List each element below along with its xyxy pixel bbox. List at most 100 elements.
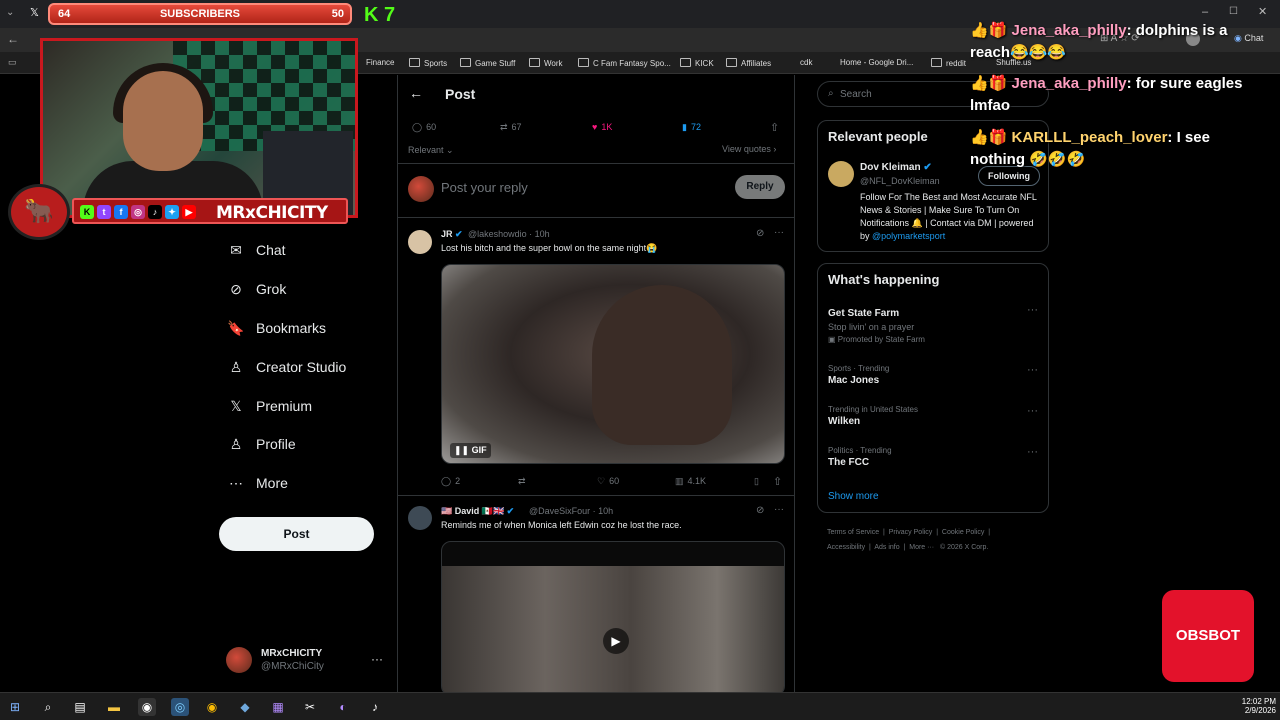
maximize-icon[interactable]: ☐ bbox=[1229, 6, 1238, 17]
nav-chat[interactable]: ✉ Chat bbox=[226, 242, 285, 266]
person-name[interactable]: Dov Kleiman ✔ bbox=[860, 162, 932, 173]
nav-profile[interactable]: ♙ Profile bbox=[226, 436, 296, 460]
view-quotes-link[interactable]: View quotes › bbox=[722, 144, 776, 154]
tab-list-icon[interactable]: ⌄ bbox=[6, 7, 14, 18]
bookmark-count[interactable]: ▮ 72 bbox=[682, 122, 701, 133]
post-button[interactable]: Post bbox=[219, 517, 374, 551]
nav-creator-studio[interactable]: ♙ Creator Studio bbox=[226, 359, 347, 383]
reply-count[interactable]: ◯ 2 bbox=[441, 476, 460, 487]
back-arrow-icon[interactable]: ← bbox=[409, 85, 423, 101]
post-action-bar: ◯ 60 ⇄ 67 ♥ 1K ▮ 72 ⇧ bbox=[398, 119, 794, 141]
footer-link[interactable]: Terms of Service bbox=[827, 529, 879, 536]
bookmark-work[interactable]: Work bbox=[529, 58, 563, 68]
promoted-trend[interactable]: Get State Farm Stop livin' on a prayer ▣… bbox=[828, 306, 1040, 344]
x-tab-icon[interactable]: 𝕏 bbox=[30, 6, 39, 19]
more-dots-icon[interactable]: ··· bbox=[1027, 405, 1038, 417]
author-handle[interactable]: @lakeshowdio · 10h bbox=[468, 229, 550, 239]
like-count[interactable]: ♥ 1K bbox=[592, 122, 612, 132]
windows-start-icon[interactable]: ⊞ bbox=[6, 698, 24, 716]
share-icon[interactable]: ⇧ bbox=[773, 475, 782, 488]
bookmark-finance[interactable]: Finance bbox=[366, 58, 394, 67]
bookmark-icon[interactable]: ▯ bbox=[754, 476, 759, 487]
author-name[interactable]: 🇺🇸 David 🇲🇽🇬🇧 ✔ bbox=[441, 506, 514, 517]
reply-tweet[interactable]: JR ✔ @lakeshowdio · 10h ⊘ ··· Lost his b… bbox=[398, 218, 794, 495]
app-icon[interactable]: ◆ bbox=[236, 698, 254, 716]
sort-dropdown[interactable]: Relevant ⌄ bbox=[408, 145, 454, 156]
trend-item[interactable]: Trending in United States Wilken bbox=[828, 405, 918, 427]
kick-count: 7 bbox=[384, 4, 396, 26]
bookmark-sports[interactable]: Sports bbox=[409, 58, 447, 68]
account-switcher[interactable]: MRxCHICITY @MRxChiCity ··· bbox=[226, 646, 386, 676]
apps-icon[interactable]: ▭ bbox=[8, 57, 17, 68]
capcut-icon[interactable]: ✂ bbox=[301, 698, 319, 716]
clock[interactable]: 12:02 PM 2/9/2026 bbox=[1236, 697, 1276, 715]
more-dots-icon[interactable]: ··· bbox=[774, 504, 784, 515]
like-count[interactable]: ♡ 60 bbox=[597, 476, 619, 487]
trend-title: Wilken bbox=[828, 416, 861, 427]
discord-icon[interactable]: ◐ bbox=[334, 698, 352, 716]
more-dots-icon[interactable]: ··· bbox=[1027, 304, 1038, 316]
edge-icon[interactable]: ◎ bbox=[171, 698, 189, 716]
bookmark-game-stuff[interactable]: Game Stuff bbox=[460, 58, 515, 68]
chat-user: Jena_aka_philly bbox=[1011, 22, 1127, 39]
search-icon: ⌕ bbox=[828, 88, 834, 99]
search-icon[interactable]: ⌕ bbox=[39, 698, 57, 716]
gif-media[interactable]: ❚❚ GIF bbox=[441, 264, 785, 464]
chat-button-label: Chat bbox=[1244, 33, 1264, 43]
close-icon[interactable]: ✕ bbox=[1258, 5, 1267, 18]
search-placeholder: Search bbox=[840, 89, 872, 100]
chrome-icon[interactable]: ◉ bbox=[203, 698, 221, 716]
bookmark-reddit[interactable]: reddit bbox=[931, 58, 966, 68]
nav-bookmarks[interactable]: 🔖 Bookmarks bbox=[226, 320, 326, 344]
trend-item[interactable]: Politics · Trending The FCC bbox=[828, 446, 892, 468]
more-dots-icon[interactable]: ··· bbox=[774, 227, 784, 238]
back-icon[interactable]: ← bbox=[7, 32, 19, 46]
webcam-feed bbox=[40, 38, 358, 218]
footer-link[interactable]: Ads info bbox=[874, 544, 899, 551]
grok-icon[interactable]: ⊘ bbox=[756, 228, 764, 239]
share-icon[interactable]: ⇧ bbox=[770, 121, 779, 134]
grid-app-icon[interactable]: ▦ bbox=[269, 698, 287, 716]
grok-icon[interactable]: ⊘ bbox=[756, 505, 764, 516]
more-dots-icon[interactable]: ··· bbox=[1027, 364, 1038, 376]
footer-link[interactable]: Privacy Policy bbox=[889, 529, 933, 536]
bio-link[interactable]: @polymarketsport bbox=[872, 231, 945, 241]
reply-button[interactable]: Reply bbox=[735, 175, 785, 199]
minimize-icon[interactable]: – bbox=[1202, 6, 1208, 18]
nav-more[interactable]: ⋯ More bbox=[226, 475, 288, 499]
more-dots-icon[interactable]: ··· bbox=[371, 652, 383, 666]
repost-icon[interactable]: ⇄ bbox=[518, 476, 526, 487]
video-media[interactable]: ▶ bbox=[441, 541, 785, 696]
trend-item[interactable]: Sports · Trending Mac Jones bbox=[828, 364, 889, 386]
nav-premium[interactable]: 𝕏 Premium bbox=[226, 398, 312, 422]
footer-link[interactable]: Accessibility bbox=[827, 544, 865, 551]
play-icon[interactable]: ▶ bbox=[603, 628, 629, 654]
show-more-link[interactable]: Show more bbox=[828, 491, 879, 502]
author-name[interactable]: JR ✔ bbox=[441, 229, 463, 240]
obs-icon[interactable]: ◉ bbox=[138, 698, 156, 716]
bookmark-affiliates[interactable]: Affiliates bbox=[726, 58, 771, 68]
chat-user: Jena_aka_philly bbox=[1011, 75, 1127, 92]
footer-link[interactable]: Cookie Policy bbox=[942, 529, 984, 536]
nav-grok[interactable]: ⊘ Grok bbox=[226, 281, 286, 305]
more-dots-icon[interactable]: ··· bbox=[1027, 446, 1038, 458]
sub-label: SUBSCRIBERS bbox=[159, 8, 241, 20]
bookmark-fantasy[interactable]: C Fam Fantasy Spo... bbox=[578, 58, 671, 68]
bookmark-cdk[interactable]: cdk bbox=[800, 58, 812, 67]
file-explorer-icon[interactable]: ▬ bbox=[105, 698, 123, 716]
chat-badge-icon: 👍🎁 bbox=[970, 75, 1008, 92]
view-count[interactable]: ▥ 4.1K bbox=[675, 476, 706, 487]
bookmark-kick[interactable]: KICK bbox=[680, 58, 714, 68]
tiktok-icon[interactable]: ♪ bbox=[366, 698, 384, 716]
reply-tweet[interactable]: 🇺🇸 David 🇲🇽🇬🇧 ✔ @DaveSixFour · 10h ⊘ ···… bbox=[398, 496, 794, 696]
repost-count[interactable]: ⇄ 67 bbox=[500, 122, 522, 133]
gif-badge[interactable]: ❚❚ GIF bbox=[450, 443, 491, 458]
task-view-icon[interactable]: ▤ bbox=[71, 698, 89, 716]
profile-icon: ♙ bbox=[229, 436, 243, 452]
bookmark-google-drive[interactable]: Home - Google Dri... bbox=[840, 58, 913, 67]
footer-link[interactable]: More ··· bbox=[909, 544, 934, 551]
reply-count[interactable]: ◯ 60 bbox=[412, 122, 436, 133]
reply-input[interactable]: Post your reply bbox=[441, 180, 528, 195]
author-handle[interactable]: @DaveSixFour · 10h bbox=[529, 506, 613, 516]
clock-time: 12:02 PM bbox=[1241, 697, 1276, 706]
